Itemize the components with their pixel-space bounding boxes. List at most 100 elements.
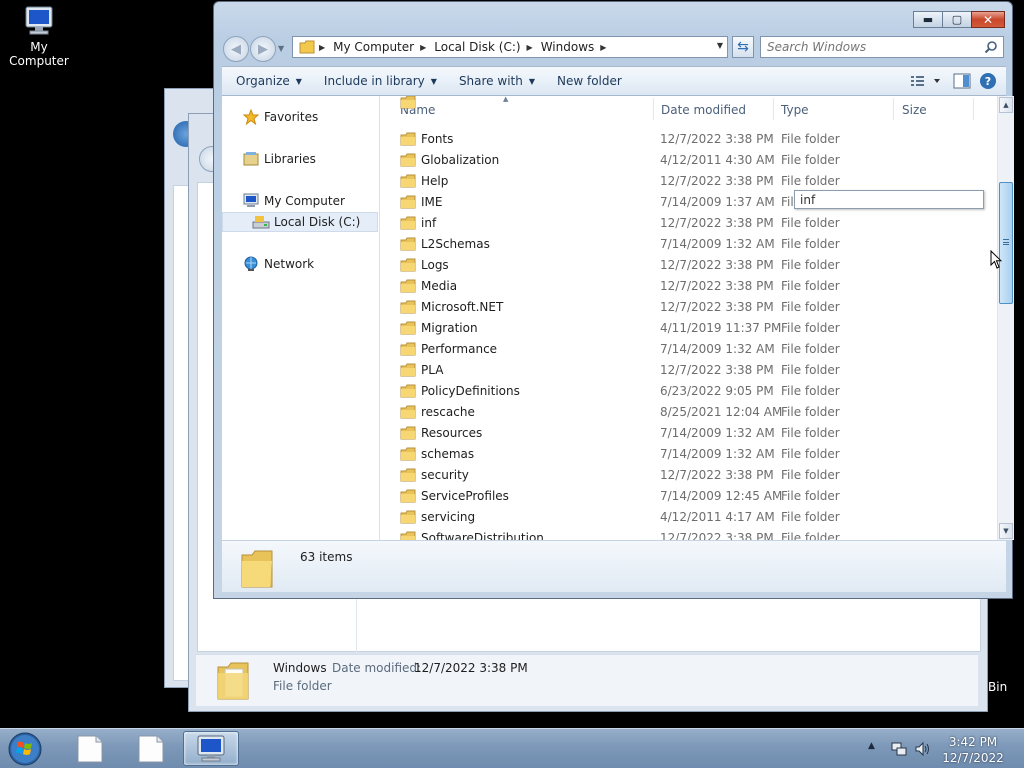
breadcrumb-local-disk[interactable]: Local Disk (C:) ▶ (434, 40, 540, 54)
address-history-dropdown[interactable]: ▼ (717, 41, 723, 50)
nav-item-my-computer[interactable]: My Computer (222, 191, 378, 211)
table-row[interactable]: Logs 12/7/2022 3:38 PM File folder (381, 255, 993, 276)
address-bar[interactable]: ▶ My Computer ▶ Local Disk (C:) ▶ Windows ▶… (292, 36, 728, 58)
network-tray-icon[interactable] (890, 740, 908, 758)
breadcrumb-my-computer[interactable]: My Computer ▶ (333, 40, 434, 54)
table-row-partial[interactable] (381, 96, 993, 113)
desktop-icon-my-computer[interactable]: My Computer (0, 4, 78, 68)
table-row[interactable]: PLA 12/7/2022 3:38 PM File folder (381, 360, 993, 381)
taskbar-button-document-1[interactable] (62, 731, 118, 766)
breadcrumb-windows[interactable]: Windows ▶ (541, 40, 615, 54)
table-row[interactable]: Microsoft.NET 12/7/2022 3:38 PM File folde… (381, 297, 993, 318)
share-with-button[interactable]: Share with ▼ (451, 70, 543, 92)
table-row[interactable]: Help 12/7/2022 3:38 PM File folder (381, 171, 993, 192)
volume-tray-icon[interactable] (914, 740, 932, 758)
details-modified-value: 12/7/2022 3:38 PM (414, 661, 528, 675)
help-button[interactable]: ? (978, 71, 998, 91)
search-input[interactable] (761, 37, 971, 57)
file-date-modified: 12/7/2022 3:38 PM (660, 132, 774, 146)
table-row[interactable]: Fonts 12/7/2022 3:38 PM File folder (381, 129, 993, 150)
folder-icon (400, 426, 416, 440)
refresh-button[interactable]: ⇆ (732, 36, 754, 58)
include-in-library-button[interactable]: Include in library ▼ (316, 70, 445, 92)
search-icon[interactable] (984, 40, 998, 54)
chevron-right-icon: ▶ (600, 42, 607, 52)
vertical-scrollbar[interactable]: ▲ ▼ (997, 96, 1014, 540)
nav-item-favorites[interactable]: Favorites (222, 107, 378, 127)
file-type: File folder (781, 237, 840, 251)
preview-pane-button[interactable] (952, 71, 972, 91)
table-row[interactable]: servicing 4/12/2011 4:17 AM File folder (381, 507, 993, 528)
close-button[interactable]: ✕ (971, 11, 1005, 28)
folder-icon (400, 363, 416, 377)
table-row[interactable]: Migration 4/11/2019 11:37 PM File folder (381, 318, 993, 339)
file-date-modified: 12/7/2022 3:38 PM (660, 258, 774, 272)
start-button[interactable] (4, 731, 44, 767)
folder-icon (400, 237, 416, 251)
table-row[interactable]: Performance 7/14/2009 1:32 AM File folder (381, 339, 993, 360)
table-row[interactable]: SoftwareDistribution 12/7/2022 3:38 PM Fil… (381, 528, 993, 540)
folder-icon (400, 384, 416, 398)
refresh-icon: ⇆ (737, 39, 749, 55)
table-row[interactable]: L2Schemas 7/14/2009 1:32 AM File folder (381, 234, 993, 255)
document-icon (138, 735, 164, 763)
search-box[interactable] (760, 36, 1004, 58)
file-name: IME (421, 195, 443, 209)
folder-icon (400, 96, 416, 109)
table-row[interactable]: Globalization 4/12/2011 4:30 AM File folde… (381, 150, 993, 171)
desktop-recycle-bin-label[interactable]: Bin (988, 680, 1007, 694)
show-hidden-icons-button[interactable]: ▲ (868, 741, 875, 751)
file-name: Fonts (421, 132, 454, 146)
drive-icon (252, 214, 270, 230)
scroll-down-button[interactable]: ▼ (999, 523, 1013, 539)
file-date-modified: 12/7/2022 3:38 PM (660, 363, 774, 377)
file-type: File folder (781, 363, 840, 377)
taskbar-button-explorer[interactable] (183, 731, 239, 766)
nav-item-libraries[interactable]: Libraries (222, 149, 378, 169)
back-button[interactable]: ◀ (223, 36, 249, 62)
item-count: 63 items (300, 550, 353, 564)
table-row[interactable]: PolicyDefinitions 6/23/2022 9:05 PM File f… (381, 381, 993, 402)
table-row[interactable]: security 12/7/2022 3:38 PM File folder (381, 465, 993, 486)
new-folder-button[interactable]: New folder (549, 70, 630, 92)
folder-icon (400, 447, 416, 461)
recent-pages-dropdown[interactable]: ▼ (278, 44, 284, 53)
nav-item-local-disk[interactable]: Local Disk (C:) (222, 212, 378, 232)
system-clock[interactable]: 3:42 PM 12/7/2022 (940, 734, 1006, 766)
minimize-button[interactable]: ▬ (913, 11, 943, 28)
scroll-up-button[interactable]: ▲ (999, 97, 1013, 113)
file-date-modified: 8/25/2021 12:04 AM (660, 405, 783, 419)
file-name: Migration (421, 321, 478, 335)
table-row[interactable]: ServiceProfiles 7/14/2009 12:45 AM File fo… (381, 486, 993, 507)
network-icon (242, 256, 260, 272)
table-row[interactable]: inf 12/7/2022 3:38 PM File folder (381, 213, 993, 234)
file-name: Performance (421, 342, 498, 356)
file-name: schemas (421, 447, 475, 461)
arrow-right-icon: ▶ (258, 41, 268, 57)
table-row[interactable]: Media 12/7/2022 3:38 PM File folder (381, 276, 993, 297)
file-name: L2Schemas (421, 237, 490, 251)
nav-item-network[interactable]: Network (222, 254, 378, 274)
table-row[interactable]: schemas 7/14/2009 1:32 AM File folder (381, 444, 993, 465)
taskbar-button-document-2[interactable] (123, 731, 179, 766)
file-date-modified: 7/14/2009 1:32 AM (660, 342, 775, 356)
organize-button[interactable]: Organize ▼ (228, 70, 310, 92)
explorer-window[interactable]: ▬ ▢ ✕ ◀ ▶ ▼ ▶ My Computer ▶ Local Disk (C… (213, 1, 1014, 599)
table-row[interactable]: rescache 8/25/2021 12:04 AM File folder (381, 402, 993, 423)
file-name: rescache (421, 405, 475, 419)
file-date-modified: 7/14/2009 1:37 AM (660, 195, 775, 209)
chevron-down-icon: ▼ (295, 76, 302, 86)
file-type: File folder (781, 342, 840, 356)
table-row[interactable]: Resources 7/14/2009 1:32 AM File folder (381, 423, 993, 444)
forward-button[interactable]: ▶ (250, 36, 276, 62)
change-view-button[interactable] (908, 71, 946, 91)
scroll-thumb[interactable] (999, 182, 1013, 304)
chevron-right-icon: ▶ (319, 42, 326, 52)
maximize-button[interactable]: ▢ (942, 11, 972, 28)
breadcrumb-root-separator[interactable]: ▶ (319, 43, 333, 52)
maximize-icon: ▢ (951, 13, 963, 26)
file-type: File folder (781, 174, 840, 188)
chevron-up-icon: ▲ (1003, 100, 1009, 109)
details-type: File folder (273, 679, 332, 693)
folder-icon (240, 547, 274, 589)
